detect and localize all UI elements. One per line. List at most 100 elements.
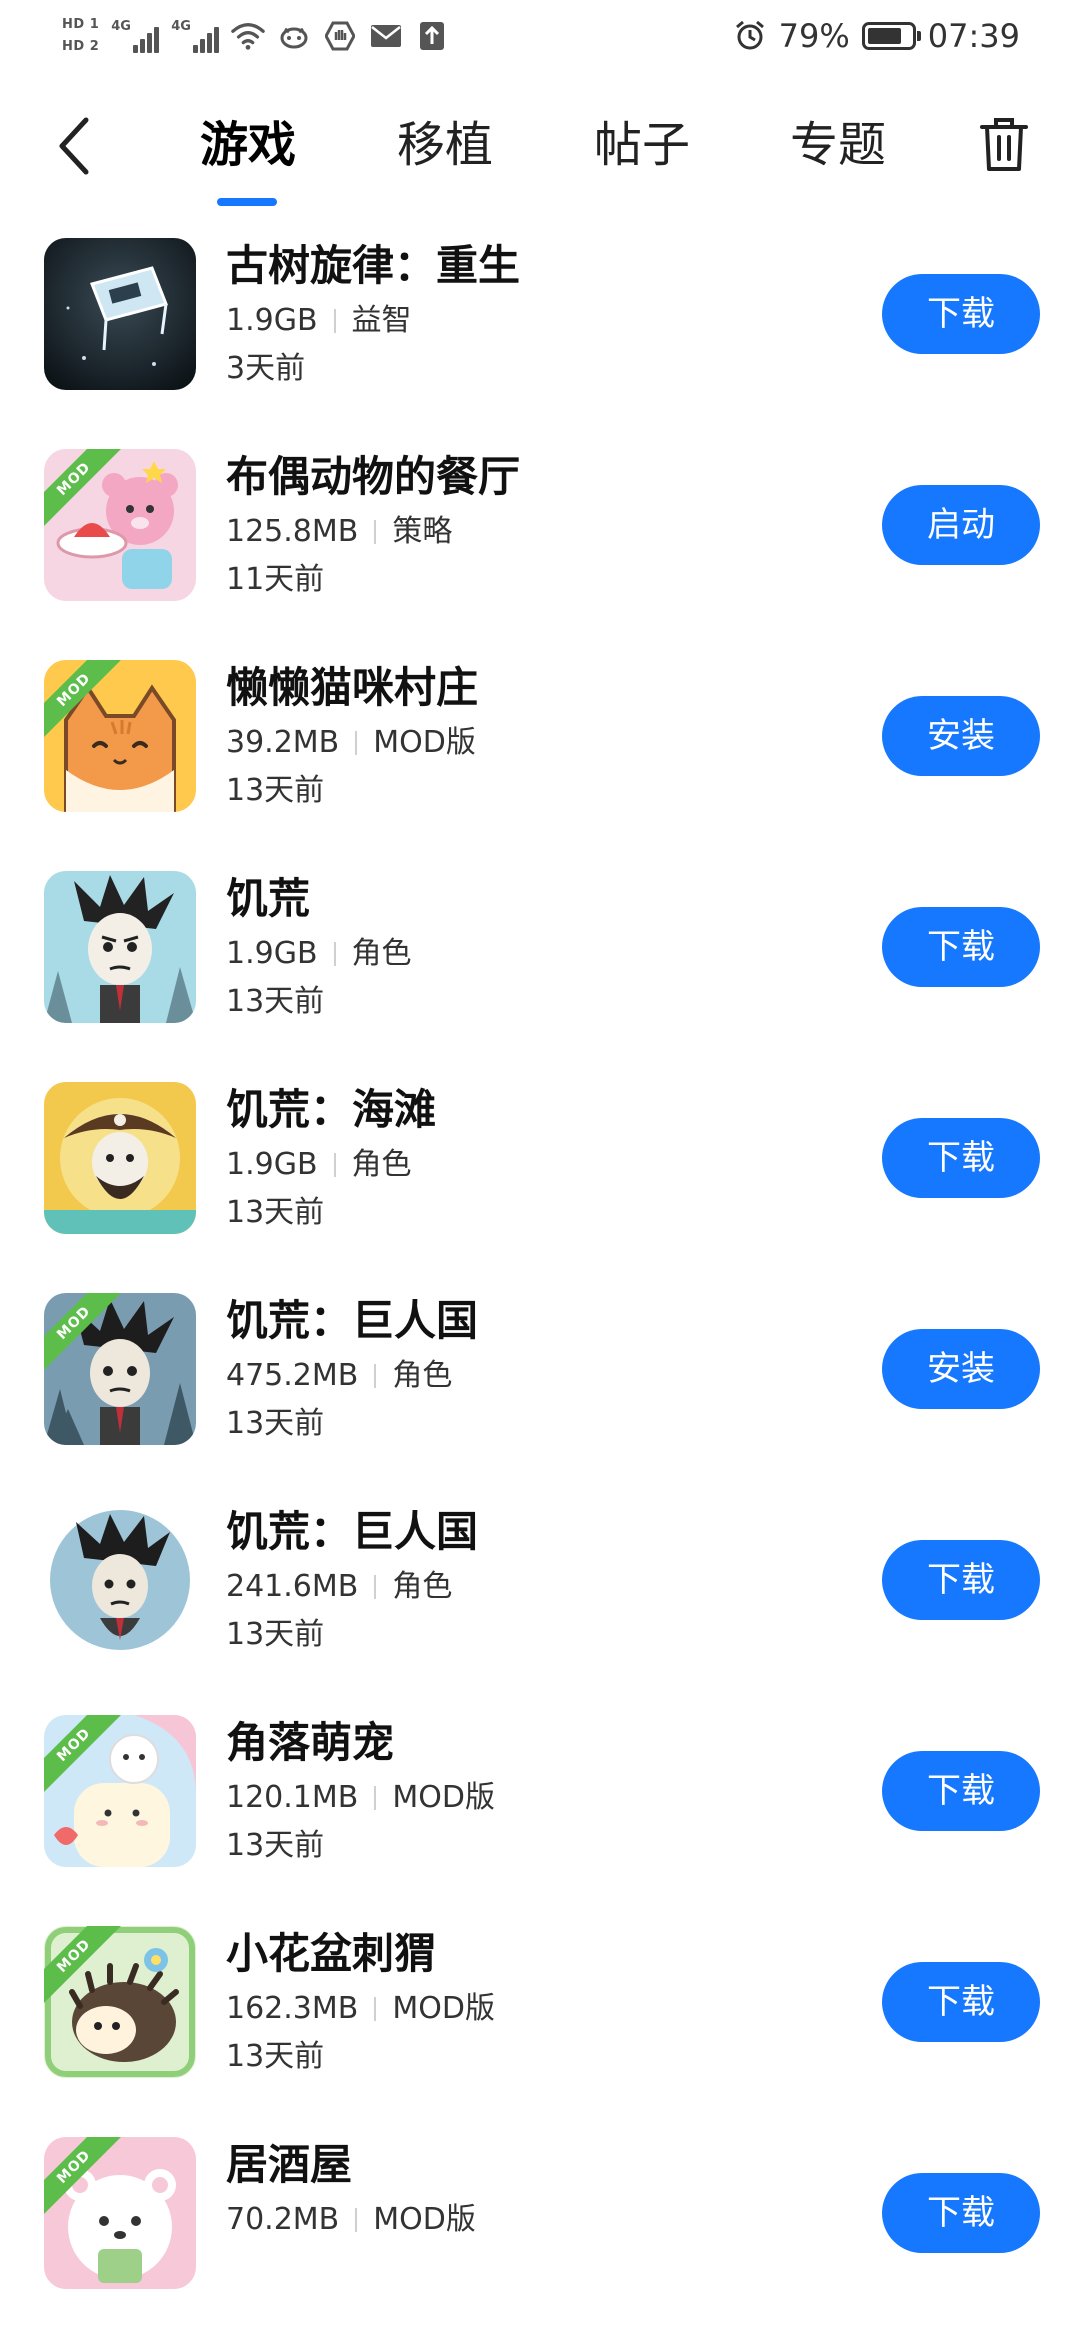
delete-button[interactable] — [968, 104, 1040, 184]
tab-ports[interactable]: 移植 — [395, 110, 495, 180]
app-category: 角色 — [351, 1147, 412, 1182]
app-title[interactable]: 懒懒猫咪村庄 — [226, 660, 478, 716]
download-button[interactable]: 下载 — [882, 1751, 1040, 1831]
list-item[interactable]: MOD 懒懒猫咪村庄 39.2MB MOD版 13天前 安装 — [0, 660, 1080, 871]
status-right: 79% 07:39 — [733, 6, 1020, 66]
app-title[interactable]: 饥荒：巨人国 — [226, 1504, 478, 1560]
download-button[interactable]: 下载 — [882, 274, 1040, 354]
app-title[interactable]: 饥荒：巨人国 — [226, 1293, 478, 1349]
ancient-tree-icon[interactable] — [44, 238, 196, 390]
app-meta: 120.1MB MOD版 — [226, 1777, 495, 1819]
sim2-indicator: HD 2 — [62, 39, 100, 54]
app-title[interactable]: 小花盆刺猬 — [226, 1926, 436, 1982]
app-time: 11天前 — [226, 562, 325, 597]
status-bar: HD 1 HD 2 4G 4G 79% 07:39 — [0, 0, 1080, 72]
clock: 07:39 — [927, 17, 1020, 55]
dont-starve-icon[interactable] — [44, 871, 196, 1023]
meta-divider — [374, 1786, 377, 1810]
app-category: 角色 — [392, 1358, 453, 1393]
meta-divider — [333, 1153, 336, 1177]
app-title[interactable]: 居酒屋 — [226, 2137, 352, 2193]
app-meta: 39.2MB MOD版 — [226, 722, 476, 764]
app-time: 3天前 — [226, 351, 306, 386]
list-item[interactable]: 饥荒：巨人国 241.6MB 角色 13天前 下载 — [0, 1504, 1080, 1715]
meta-divider — [333, 942, 336, 966]
tab-bar: 游戏 移植 帖子 专题 — [170, 90, 930, 220]
app-meta: 1.9GB 角色 — [226, 933, 412, 975]
app-meta: 125.8MB 策略 — [226, 511, 452, 553]
download-button[interactable]: 下载 — [882, 1118, 1040, 1198]
app-size: 39.2MB — [226, 725, 340, 760]
list-item[interactable]: MOD 饥荒：巨人国 475.2MB 角色 13天前 安装 — [0, 1293, 1080, 1504]
list-item[interactable]: MOD 角落萌宠 120.1MB MOD版 13天前 下载 — [0, 1715, 1080, 1926]
app-size: 475.2MB — [226, 1358, 359, 1393]
app-size: 162.3MB — [226, 1991, 359, 2026]
app-time: 13天前 — [226, 1617, 325, 1652]
meta-divider — [355, 2208, 358, 2232]
app-category: MOD版 — [392, 1780, 495, 1815]
app-title[interactable]: 古树旋律：重生 — [226, 238, 520, 294]
back-button[interactable] — [44, 106, 104, 186]
list-item[interactable]: 饥荒：海滩 1.9GB 角色 13天前 下载 — [0, 1082, 1080, 1293]
signal-sim1-icon: 4G — [111, 19, 160, 53]
active-tab-indicator — [217, 198, 277, 206]
launch-button[interactable]: 启动 — [882, 485, 1040, 565]
tab-topics[interactable]: 专题 — [788, 110, 888, 180]
network-type-1: 4G — [111, 19, 131, 34]
sim-indicators: HD 1 HD 2 — [62, 17, 99, 55]
hedgehog-icon[interactable]: MOD — [44, 1926, 196, 2078]
upload-icon — [415, 19, 449, 53]
tab-posts[interactable]: 帖子 — [592, 110, 692, 180]
app-time: 13天前 — [226, 2039, 325, 2074]
app-meta: 1.9GB 益智 — [226, 300, 412, 342]
app-size: 125.8MB — [226, 514, 359, 549]
app-time: 13天前 — [226, 1195, 325, 1230]
pirate-icon[interactable] — [44, 1082, 196, 1234]
app-category: MOD版 — [373, 725, 476, 760]
app-title[interactable]: 饥荒 — [226, 871, 310, 927]
polar-bear-icon[interactable]: MOD — [44, 2137, 196, 2289]
download-list: 古树旋律：重生 1.9GB 益智 3天前 下载 MOD 布偶动物的餐厅 125.… — [0, 238, 1080, 2348]
back-arrow-icon — [59, 117, 89, 175]
sim1-indicator: HD 1 — [62, 17, 100, 32]
app-time: 13天前 — [226, 773, 325, 808]
orange-cat-icon[interactable]: MOD — [44, 660, 196, 812]
dont-starve-giants-icon[interactable]: MOD — [44, 1293, 196, 1445]
list-item[interactable]: 古树旋律：重生 1.9GB 益智 3天前 下载 — [0, 238, 1080, 449]
download-button[interactable]: 下载 — [882, 1540, 1040, 1620]
app-size: 1.9GB — [226, 303, 318, 338]
list-item[interactable]: MOD 居酒屋 70.2MB MOD版 下载 — [0, 2137, 1080, 2348]
bear-chef-icon[interactable]: MOD — [44, 449, 196, 601]
app-time: 13天前 — [226, 1406, 325, 1441]
meta-divider — [374, 1575, 377, 1599]
download-button[interactable]: 下载 — [882, 2173, 1040, 2253]
tab-games[interactable]: 游戏 — [198, 110, 298, 180]
header: 游戏 移植 帖子 专题 — [0, 90, 1080, 220]
app-title[interactable]: 布偶动物的餐厅 — [226, 449, 520, 505]
meta-divider — [355, 731, 358, 755]
list-item[interactable]: MOD 布偶动物的餐厅 125.8MB 策略 11天前 启动 — [0, 449, 1080, 660]
install-button[interactable]: 安装 — [882, 696, 1040, 776]
app-title[interactable]: 角落萌宠 — [226, 1715, 394, 1771]
app-title[interactable]: 饥荒：海滩 — [226, 1082, 436, 1138]
app-meta: 1.9GB 角色 — [226, 1144, 412, 1186]
battery-icon — [861, 22, 921, 50]
app-time: 13天前 — [226, 984, 325, 1019]
app-meta: 241.6MB 角色 — [226, 1566, 452, 1608]
meta-divider — [333, 309, 336, 333]
download-button[interactable]: 下载 — [882, 907, 1040, 987]
install-button[interactable]: 安装 — [882, 1329, 1040, 1409]
list-item[interactable]: 饥荒 1.9GB 角色 13天前 下载 — [0, 871, 1080, 1082]
app-time: 13天前 — [226, 1828, 325, 1863]
trash-icon — [980, 118, 1028, 171]
list-item[interactable]: MOD 小花盆刺猬 162.3MB MOD版 13天前 下载 — [0, 1926, 1080, 2137]
mail-icon — [369, 19, 403, 53]
dont-starve-giants-round-icon[interactable] — [44, 1504, 196, 1656]
app-meta: 162.3MB MOD版 — [226, 1988, 495, 2030]
download-button[interactable]: 下载 — [882, 1962, 1040, 2042]
app-category: 角色 — [351, 936, 412, 971]
app-size: 70.2MB — [226, 2202, 340, 2237]
app-category: 角色 — [392, 1569, 453, 1604]
sumikko-icon[interactable]: MOD — [44, 1715, 196, 1867]
meta-divider — [374, 520, 377, 544]
